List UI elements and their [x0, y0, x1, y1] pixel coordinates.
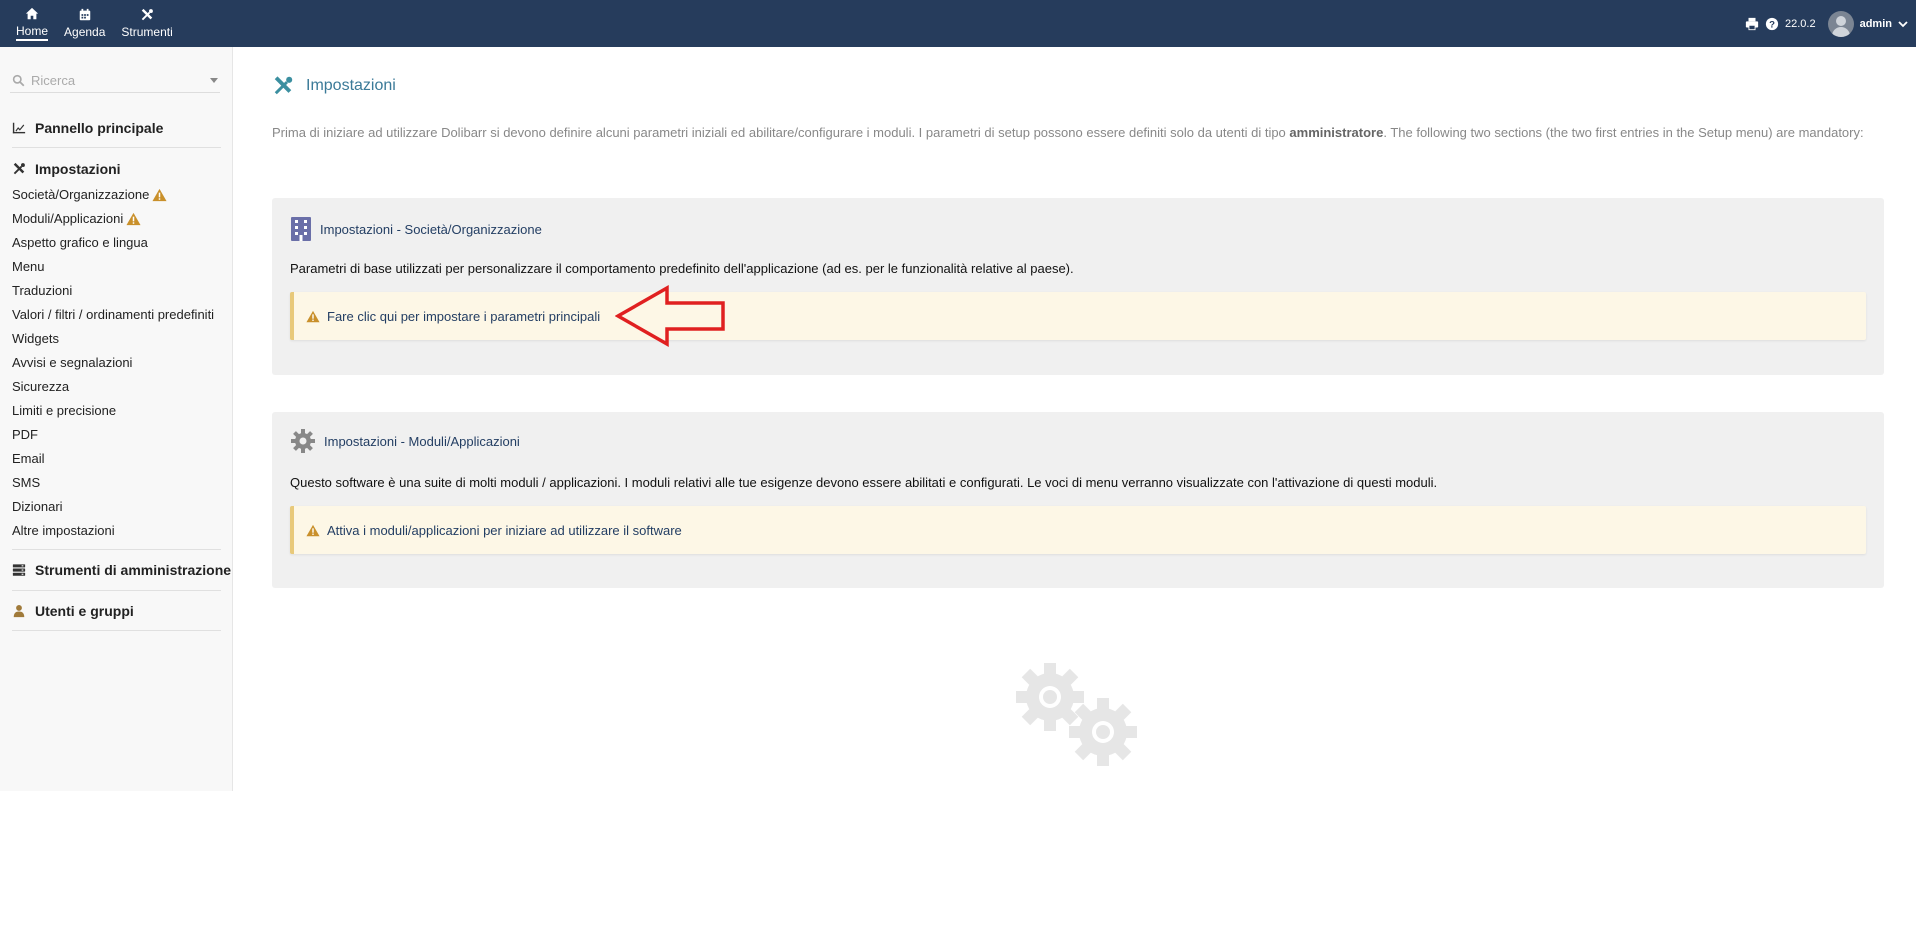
gears-icon — [1016, 663, 1137, 766]
sidebar-item-valori[interactable]: Valori / filtri / ordinamenti predefinit… — [12, 307, 214, 322]
sidebar-item-impostazioni[interactable]: Impostazioni — [12, 161, 121, 177]
sidebar-item-utenti[interactable]: Utenti e gruppi — [12, 603, 134, 619]
sidebar-divider — [12, 147, 221, 148]
sidebar-item-label: Email — [12, 451, 45, 466]
sidebar-item-label: SMS — [12, 475, 41, 490]
building-icon — [291, 217, 311, 241]
help-icon[interactable]: ? — [1765, 17, 1779, 31]
sidebar-item-sicurezza[interactable]: Sicurezza — [12, 379, 69, 394]
nav-home-label: Home — [16, 24, 49, 41]
setup-modules-link[interactable]: Attiva i moduli/applicazioni per iniziar… — [327, 523, 682, 538]
warning-icon — [152, 188, 167, 201]
intro-text: Prima di iniziare ad utilizzare Dolibarr… — [272, 123, 1872, 142]
username[interactable]: admin — [1860, 18, 1892, 30]
page-title: Impostazioni — [272, 75, 396, 97]
red-arrow-annotation — [615, 285, 725, 347]
sidebar-item-label: Moduli/Applicazioni — [12, 211, 124, 226]
caret-down-icon[interactable] — [210, 78, 218, 83]
warning-icon — [126, 212, 141, 225]
sidebar-item-label: Altre impostazioni — [12, 523, 115, 538]
sidebar-item-label: Società/Organizzazione — [12, 187, 150, 202]
sidebar-item-altre[interactable]: Altre impostazioni — [12, 523, 115, 538]
home-icon — [25, 7, 39, 19]
sidebar-item-pannello[interactable]: Pannello principale — [12, 120, 163, 136]
sidebar-item-label: Dizionari — [12, 499, 63, 514]
sidebar-item-pdf[interactable]: PDF — [12, 427, 38, 442]
tools-icon — [13, 162, 25, 175]
sidebar-divider — [12, 549, 221, 550]
sidebar-item-label: Widgets — [12, 331, 59, 346]
intro-part2: . The following two sections (the two fi… — [1383, 125, 1864, 140]
sidebar-item-moduli[interactable]: Moduli/Applicazioni — [12, 211, 141, 226]
search-box[interactable]: Ricerca — [10, 69, 220, 93]
sidebar-item-traduzioni[interactable]: Traduzioni — [12, 283, 72, 298]
top-bar: Home Agenda Strumenti ? 22.0.2 admin — [0, 0, 1916, 47]
setup-modules-desc: Questo software è una suite di molti mod… — [290, 475, 1438, 490]
sidebar-item-label: PDF — [12, 427, 38, 442]
sidebar-item-label: Limiti e precisione — [12, 403, 117, 418]
sidebar-item-impostazioni-label: Impostazioni — [35, 161, 121, 177]
sidebar: Ricerca Pannello principale Impostazioni… — [0, 47, 233, 791]
warning-icon — [306, 524, 320, 536]
setup-modules-title[interactable]: Impostazioni - Moduli/Applicazioni — [290, 428, 520, 454]
setup-company-box: Impostazioni - Società/Organizzazione Pa… — [272, 198, 1884, 375]
sidebar-divider — [12, 590, 221, 591]
chart-icon — [12, 122, 26, 134]
nav-agenda-label: Agenda — [64, 25, 106, 39]
nav-strumenti-label: Strumenti — [121, 25, 173, 39]
sidebar-item-utenti-label: Utenti e gruppi — [35, 603, 134, 619]
sidebar-item-avvisi[interactable]: Avvisi e segnalazioni — [12, 355, 132, 370]
warning-icon — [306, 310, 320, 322]
sidebar-item-label: Avvisi e segnalazioni — [12, 355, 133, 370]
tools-icon — [141, 8, 153, 21]
setup-company-desc: Parametri di base utilizzati per persona… — [290, 261, 1074, 276]
setup-company-alert: Fare clic qui per impostare i parametri … — [290, 292, 1866, 340]
sidebar-item-label: Sicurezza — [12, 379, 70, 394]
sidebar-item-menu[interactable]: Menu — [12, 259, 45, 274]
setup-company-link[interactable]: Fare clic qui per impostare i parametri … — [327, 309, 600, 324]
sidebar-item-strumenti-admin-label: Strumenti di amministrazione — [35, 562, 232, 578]
setup-modules-box: Impostazioni - Moduli/Applicazioni Quest… — [272, 412, 1884, 588]
version-label: 22.0.2 — [1785, 17, 1816, 30]
search-icon — [12, 74, 25, 87]
sidebar-item-strumenti-admin[interactable]: Strumenti di amministrazione — [12, 562, 231, 578]
user-icon — [13, 605, 25, 618]
sidebar-item-sms[interactable]: SMS — [12, 475, 40, 490]
sidebar-item-aspetto[interactable]: Aspetto grafico e lingua — [12, 235, 148, 250]
sidebar-item-widgets[interactable]: Widgets — [12, 331, 59, 346]
calendar-icon — [79, 8, 90, 21]
top-right-tools: ? 22.0.2 admin — [1745, 0, 1908, 47]
sidebar-item-societa[interactable]: Società/Organizzazione — [12, 187, 167, 202]
setup-modules-alert: Attiva i moduli/applicazioni per iniziar… — [290, 506, 1866, 554]
sidebar-divider — [12, 630, 221, 631]
svg-text:?: ? — [1769, 19, 1775, 30]
search-input[interactable]: Ricerca — [31, 73, 210, 88]
sidebar-item-limiti[interactable]: Limiti e precisione — [12, 403, 116, 418]
tools-icon — [274, 76, 293, 95]
sidebar-item-label: Traduzioni — [12, 283, 73, 298]
nav-agenda[interactable]: Agenda — [56, 0, 113, 47]
sidebar-item-dizionari[interactable]: Dizionari — [12, 499, 63, 514]
chevron-down-icon[interactable] — [1898, 19, 1908, 29]
avatar[interactable] — [1827, 10, 1854, 37]
sidebar-item-email[interactable]: Email — [12, 451, 45, 466]
setup-company-title[interactable]: Impostazioni - Società/Organizzazione — [290, 216, 542, 242]
intro-part1: Prima di iniziare ad utilizzare Dolibarr… — [272, 125, 1290, 140]
server-icon — [12, 564, 26, 576]
intro-bold: amministratore — [1289, 125, 1384, 140]
setup-company-title-text: Impostazioni - Società/Organizzazione — [320, 221, 542, 237]
nav-strumenti[interactable]: Strumenti — [113, 0, 180, 47]
sidebar-item-label: Aspetto grafico e lingua — [12, 235, 148, 250]
sidebar-item-label: Menu — [12, 259, 45, 274]
nav-home[interactable]: Home — [8, 0, 56, 47]
print-icon[interactable] — [1745, 17, 1759, 31]
gear-icon — [291, 429, 315, 453]
setup-modules-title-text: Impostazioni - Moduli/Applicazioni — [324, 433, 520, 449]
sidebar-item-pannello-label: Pannello principale — [35, 120, 164, 136]
top-nav: Home Agenda Strumenti — [8, 0, 181, 47]
page-title-text: Impostazioni — [306, 77, 396, 94]
sidebar-item-label: Valori / filtri / ordinamenti predefinit… — [12, 307, 215, 322]
